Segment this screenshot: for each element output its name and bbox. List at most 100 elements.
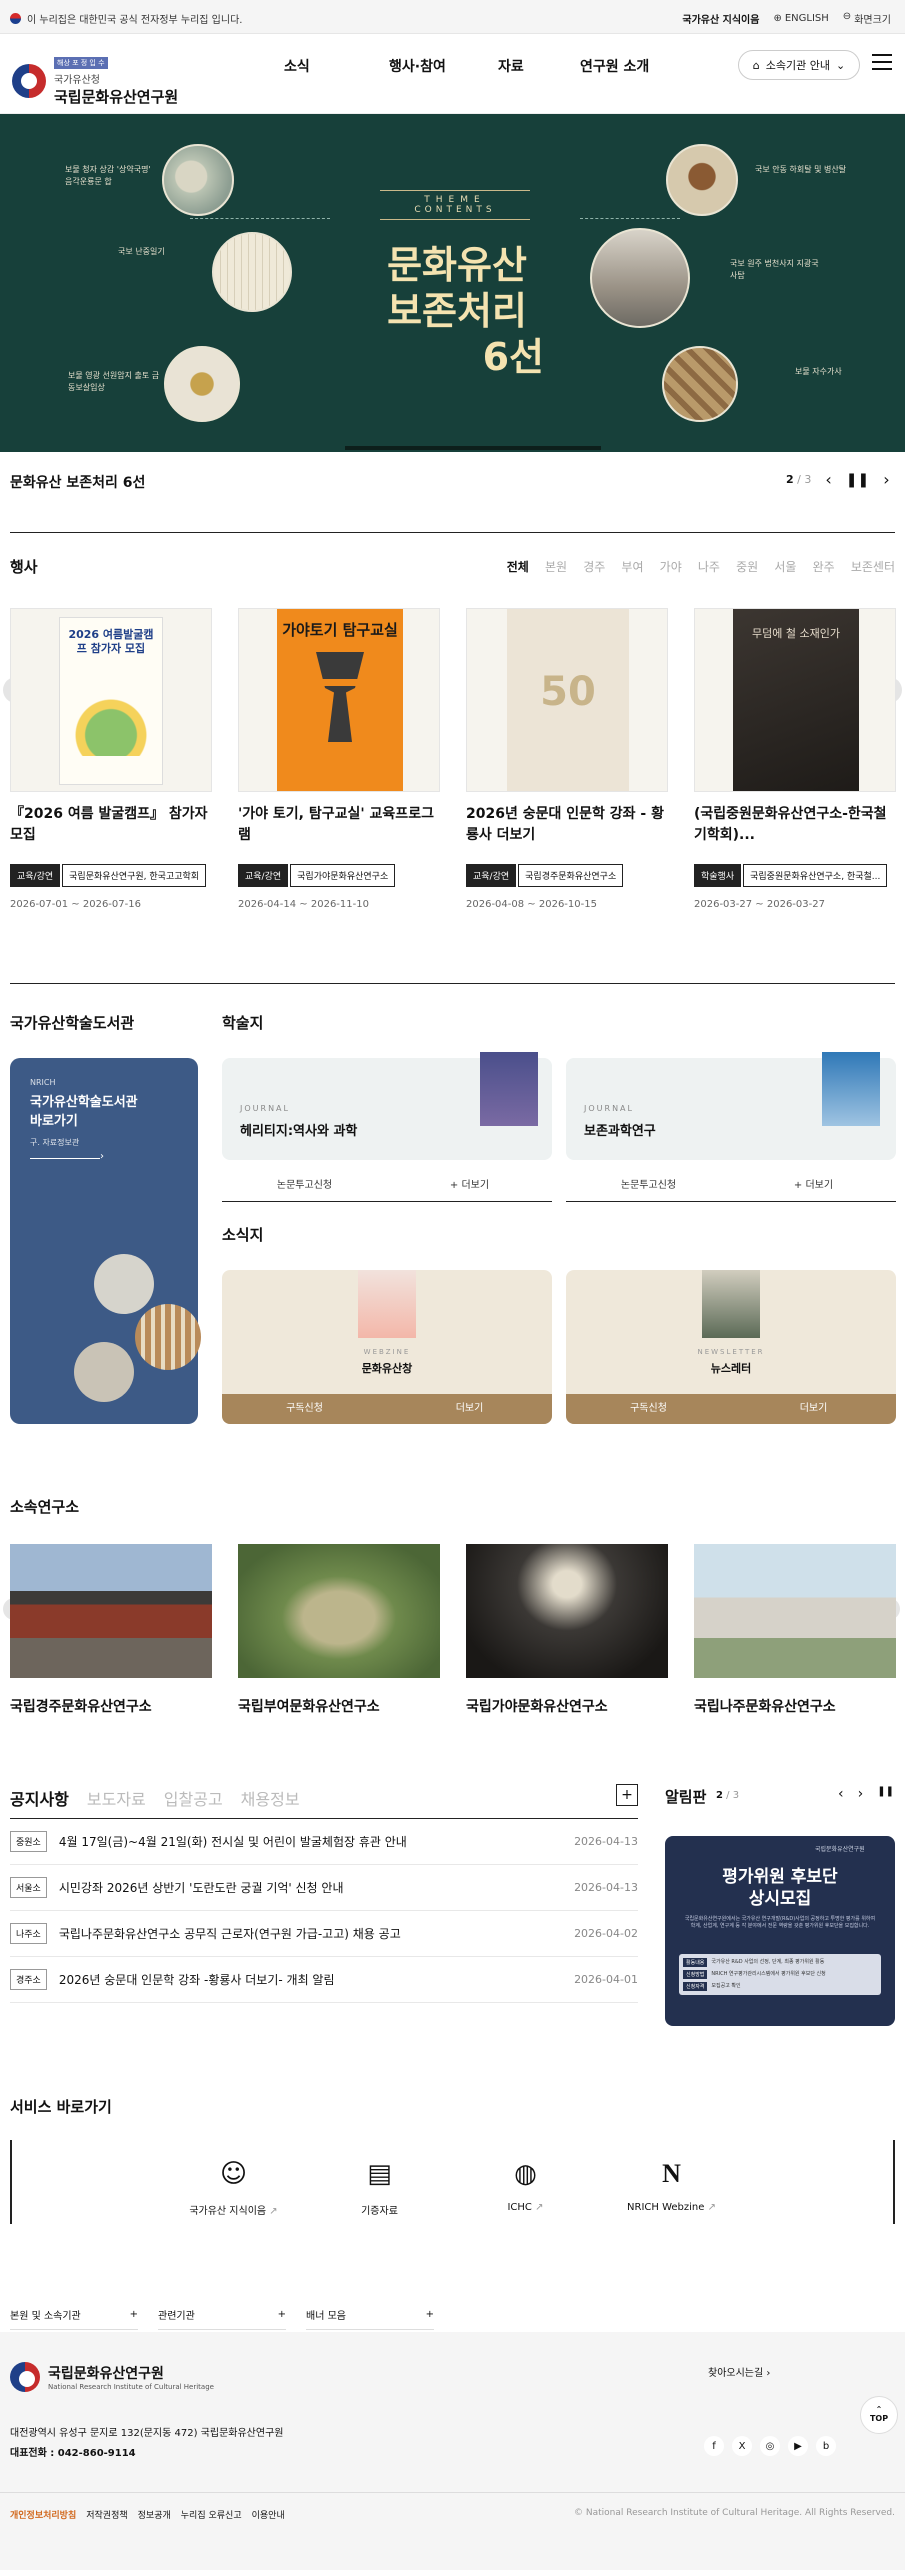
tab-gyeongju[interactable]: 경주 bbox=[583, 560, 605, 574]
institute-name[interactable]: 국립경주문화유산연구소 bbox=[10, 1696, 212, 1716]
event-title[interactable]: '가야 토기, 탐구교실' 교육프로그램 bbox=[238, 804, 440, 854]
notice-title[interactable]: 시민강좌 2026년 상반기 '도란도란 궁궐 기억' 신청 안내 bbox=[59, 1879, 344, 1896]
magazine-more-button[interactable]: 더보기 bbox=[387, 1394, 552, 1424]
copyright-policy-link[interactable]: 저작권정책 bbox=[86, 2508, 127, 2521]
service-ichc[interactable]: ◍ ICHC ↗ bbox=[471, 2154, 581, 2224]
journal-card[interactable]: JOURNAL 헤리티지:역사와 과학 bbox=[222, 1052, 552, 1160]
journal-submit-button[interactable]: 논문투고신청 bbox=[222, 1176, 387, 1191]
next-slide-button[interactable]: › bbox=[883, 470, 889, 489]
hero-title-num: 6선 bbox=[482, 335, 544, 379]
institute-card[interactable]: 국립나주문화유산연구소 bbox=[694, 1544, 896, 1716]
knowledge-link[interactable]: 국가유산 지식이음 bbox=[682, 11, 759, 26]
tab-press[interactable]: 보도자료 bbox=[87, 1786, 146, 1810]
top-button[interactable]: ⌃ TOP bbox=[860, 2396, 898, 2434]
notice-row[interactable]: 나주소 국립나주문화유산연구소 공무직 근로자(연구원 가급-고고) 채용 공고 2… bbox=[10, 1911, 638, 1957]
alert-title: 알림판 bbox=[665, 1788, 707, 1806]
tab-notices[interactable]: 공지사항 bbox=[10, 1786, 69, 1810]
alert-banner[interactable]: 국립문화유산연구원 평가위원 후보단 상시모집 국립문화유산연구원에서는 국가유… bbox=[665, 1836, 895, 2026]
site-logo[interactable]: 해상 포 정 입 수 국가유산청 국립문화유산연구원 bbox=[12, 54, 178, 107]
map-link[interactable]: 찾아오시는길 › bbox=[708, 2364, 770, 2379]
tab-gaya[interactable]: 가야 bbox=[660, 560, 682, 574]
nav-events[interactable]: 행사·참여 bbox=[389, 56, 498, 76]
instagram-icon[interactable]: ◎ bbox=[760, 2436, 780, 2456]
event-card[interactable]: 2026 여름발굴캠프 참가자 모집 『2026 여름 발굴캠프』 참가자 모집… bbox=[10, 608, 212, 910]
site-footer: 국립문화유산연구원 National Research Institute of… bbox=[0, 2332, 905, 2570]
error-report-link[interactable]: 누리집 오류신고 bbox=[181, 2508, 242, 2521]
tab-all[interactable]: 전체 bbox=[507, 560, 529, 574]
notice-row[interactable]: 서울소 시민강좌 2026년 상반기 '도란도란 궁궐 기억' 신청 안내 2026… bbox=[10, 1865, 638, 1911]
event-card[interactable]: 무덤에 철 소재인가 (국립중원문화유산연구소-한국철기학회)... 학술행사 국… bbox=[694, 608, 896, 910]
institute-name[interactable]: 국립가야문화유산연구소 bbox=[466, 1696, 668, 1716]
institute-name[interactable]: 국립나주문화유산연구소 bbox=[694, 1696, 896, 1716]
tab-wanju[interactable]: 완주 bbox=[813, 560, 835, 574]
magazine-name: 뉴스레터 bbox=[710, 1362, 752, 1375]
youtube-icon[interactable]: ▶ bbox=[788, 2436, 808, 2456]
subscribe-button[interactable]: 구독신청 bbox=[566, 1394, 731, 1424]
event-title[interactable]: (국립중원문화유산연구소-한국철기학회)... bbox=[694, 804, 896, 854]
notice-title[interactable]: 국립나주문화유산연구소 공무직 근로자(연구원 가급-고고) 채용 공고 bbox=[59, 1925, 401, 1942]
nav-about[interactable]: 연구원 소개 bbox=[580, 56, 649, 76]
alert-next-button[interactable]: › bbox=[858, 1786, 864, 1802]
notices-more-button[interactable]: + bbox=[616, 1784, 638, 1806]
x-icon[interactable]: X bbox=[732, 2436, 752, 2456]
blog-icon[interactable]: b bbox=[816, 2436, 836, 2456]
notice-title[interactable]: 4월 17일(금)~4월 21일(화) 전시실 및 어린이 발굴체험장 휴관 안… bbox=[59, 1833, 407, 1850]
event-title[interactable]: 2026년 숭문대 인문학 강좌 - 황룡사 더보기 bbox=[466, 804, 668, 854]
event-card[interactable]: 50 2026년 숭문대 인문학 강좌 - 황룡사 더보기 교육/강연 국립경주문… bbox=[466, 608, 668, 910]
journal-card[interactable]: JOURNAL 보존과학연구 bbox=[566, 1052, 896, 1160]
hero-contents: CONTENTS bbox=[414, 205, 496, 215]
hero-banner[interactable]: 보물 청자 상감 '상약국명' 음각운룡문 합 국보 난중일기 보물 영광 선원… bbox=[0, 114, 905, 452]
pause-button[interactable]: ❚❚ bbox=[846, 472, 869, 488]
notice-row[interactable]: 경주소 2026년 숭문대 인문학 강좌 -황룡사 더보기- 개최 알림 2026-… bbox=[10, 1957, 638, 2003]
related-dropdown[interactable]: 본원 및 소속기관 + bbox=[10, 2300, 138, 2330]
journal-submit-button[interactable]: 논문투고신청 bbox=[566, 1176, 731, 1191]
info-disclosure-link[interactable]: 정보공개 bbox=[138, 2508, 171, 2521]
prev-slide-button[interactable]: ‹ bbox=[825, 470, 831, 489]
journal-more-button[interactable]: + 더보기 bbox=[387, 1176, 552, 1191]
magazine-more-button[interactable]: 더보기 bbox=[731, 1394, 896, 1424]
menu-button[interactable] bbox=[872, 54, 892, 70]
notice-row[interactable]: 중원소 4월 17일(금)~4월 21일(화) 전시실 및 어린이 발굴체험장 휴… bbox=[10, 1819, 638, 1865]
related-dropdown[interactable]: 관련기관 + bbox=[158, 2300, 286, 2330]
institute-name[interactable]: 국립부여문화유산연구소 bbox=[238, 1696, 440, 1716]
facebook-icon[interactable]: f bbox=[704, 2436, 724, 2456]
privacy-link[interactable]: 개인정보처리방침 bbox=[10, 2508, 76, 2521]
service-donation[interactable]: ▤ 기증자료 bbox=[325, 2154, 435, 2224]
event-card[interactable]: 가야토기 탐구교실 '가야 토기, 탐구교실' 교육프로그램 교육/강연 국립가야… bbox=[238, 608, 440, 910]
event-title[interactable]: 『2026 여름 발굴캠프』 참가자 모집 bbox=[10, 804, 212, 854]
institute-card[interactable]: 국립가야문화유산연구소 bbox=[466, 1544, 668, 1716]
library-title: 국가유산학술도서관 bbox=[10, 1014, 135, 1032]
font-size-button[interactable]: ⊖ 화면크기 bbox=[843, 11, 891, 26]
alert-body: 국립문화유산연구원에서는 국가유산 연구개발(R&D)사업의 공정하고 투명한 … bbox=[684, 1916, 876, 1929]
usage-guide-link[interactable]: 이용안내 bbox=[252, 2508, 285, 2521]
institute-image bbox=[10, 1544, 212, 1678]
tab-main[interactable]: 본원 bbox=[545, 560, 567, 574]
tab-naju[interactable]: 나주 bbox=[698, 560, 720, 574]
library-link-card[interactable]: NRICH 국가유산학술도서관 바로가기 구. 자료정보관 › bbox=[10, 1058, 201, 1424]
nav-materials[interactable]: 자료 bbox=[498, 56, 580, 76]
tab-seoul[interactable]: 서울 bbox=[774, 560, 796, 574]
services-bar: ☺ 국가유산 지식이음 ↗ ▤ 기증자료 ◍ ICHC ↗ N NRICH Webzin… bbox=[10, 2140, 895, 2224]
english-link[interactable]: ⊕ ENGLISH bbox=[773, 13, 828, 24]
related-dropdown[interactable]: 배너 모음 + bbox=[306, 2300, 434, 2330]
journal-more-button[interactable]: + 더보기 bbox=[731, 1176, 896, 1191]
alert-prev-button[interactable]: ‹ bbox=[838, 1786, 844, 1802]
slide-caption: 문화유산 보존처리 6선 bbox=[10, 475, 146, 491]
alert-pause-button[interactable]: ❚❚ bbox=[877, 1786, 894, 1802]
magazine-card[interactable]: NEWSLETTER 뉴스레터 구독신청 더보기 bbox=[566, 1270, 896, 1424]
tab-jungwon[interactable]: 중원 bbox=[736, 560, 758, 574]
service-knowledge[interactable]: ☺ 국가유산 지식이음 ↗ bbox=[179, 2154, 289, 2224]
magazine-card[interactable]: WEBZINE 문화유산창 구독신청 더보기 bbox=[222, 1270, 552, 1424]
tab-jobs[interactable]: 채용정보 bbox=[241, 1786, 300, 1810]
poster-text: 50 bbox=[540, 669, 596, 715]
tab-bids[interactable]: 입찰공고 bbox=[164, 1786, 223, 1810]
service-webzine[interactable]: N NRICH Webzine ↗ bbox=[617, 2154, 727, 2224]
notice-title[interactable]: 2026년 숭문대 인문학 강좌 -황룡사 더보기- 개최 알림 bbox=[59, 1971, 335, 1988]
institute-card[interactable]: 국립부여문화유산연구소 bbox=[238, 1544, 440, 1716]
tab-buyeo[interactable]: 부여 bbox=[621, 560, 643, 574]
institute-dropdown[interactable]: ⌂ 소속기관 안내 ⌄ bbox=[738, 50, 860, 80]
nav-news[interactable]: 소식 bbox=[284, 56, 389, 76]
tab-conservation[interactable]: 보존센터 bbox=[851, 560, 895, 574]
subscribe-button[interactable]: 구독신청 bbox=[222, 1394, 387, 1424]
institute-card[interactable]: 국립경주문화유산연구소 bbox=[10, 1544, 212, 1716]
